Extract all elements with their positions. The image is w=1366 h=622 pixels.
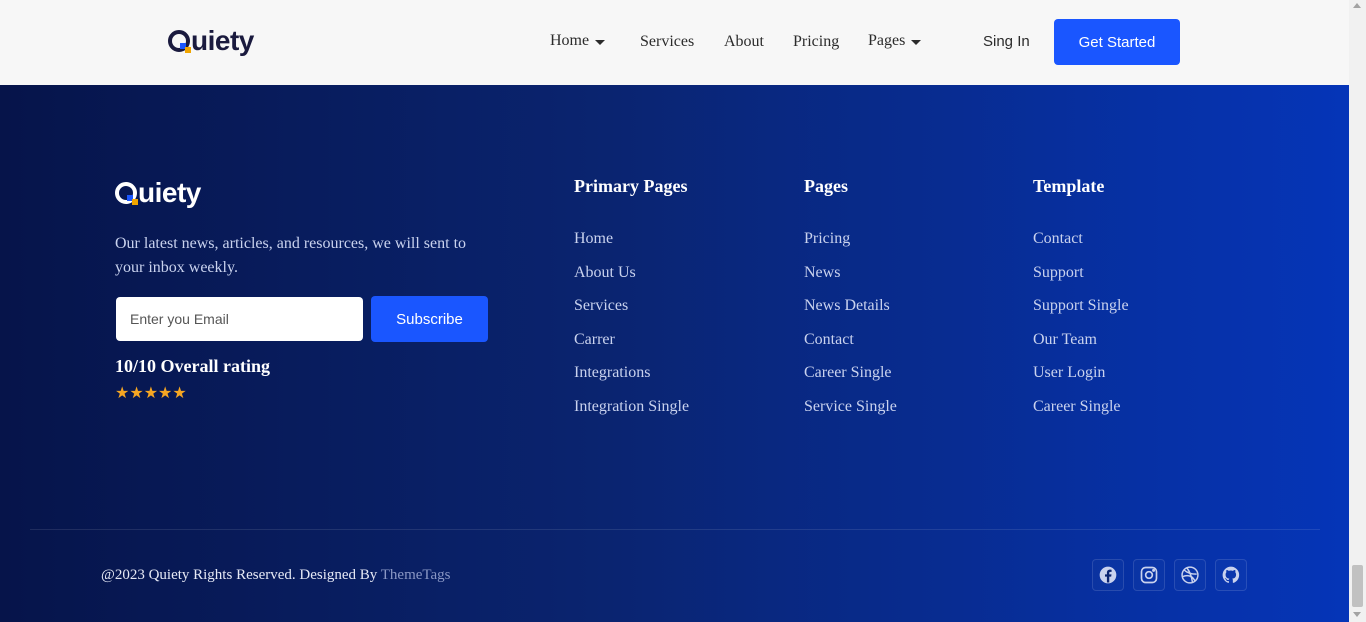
github-icon[interactable] [1215,559,1247,591]
designer-link[interactable]: ThemeTags [381,567,451,583]
site-header: uiety Home Services About Pricing Pages … [0,0,1349,85]
footer-link[interactable]: Carrer [574,330,689,350]
footer-column-primary-pages: Primary Pages Home About Us Services Car… [574,175,689,431]
copyright-text: @2023 Quiety Rights Reserved. Designed B… [101,567,381,583]
scroll-thumb[interactable] [1352,565,1363,607]
footer-link[interactable]: Support [1033,263,1129,283]
nav-item-label: Services [640,33,695,50]
column-title: Pages [804,176,848,196]
subscribe-button[interactable]: Subscribe [371,296,488,342]
scroll-up-icon[interactable] [1353,3,1361,8]
star-icon: ★ [129,385,144,402]
logo-text: uiety [138,177,201,208]
nav-item-about[interactable]: About [724,31,764,53]
footer-link[interactable]: Pricing [804,229,897,249]
get-started-button[interactable]: Get Started [1054,19,1180,65]
logo-mark-icon [168,30,191,53]
footer-link[interactable]: Home [574,229,689,249]
star-icon: ★ [143,385,159,402]
footer-logo[interactable]: uiety [115,177,201,209]
nav-item-pages[interactable]: Pages [868,30,922,52]
email-field[interactable] [116,297,363,341]
footer-link[interactable]: User Login [1033,363,1129,383]
star-icon: ★ [158,385,173,402]
star-icon: ★ [115,385,130,402]
nav-item-label: About [724,33,764,50]
footer-link[interactable]: Our Team [1033,330,1129,350]
footer-link[interactable]: News Details [804,296,897,316]
instagram-icon[interactable] [1133,559,1165,591]
social-links [1092,559,1247,591]
sign-in-link[interactable]: Sing In [983,31,1030,53]
logo-text: uiety [191,25,254,56]
facebook-icon[interactable] [1092,559,1124,591]
column-title: Primary Pages [574,176,688,196]
footer-link[interactable]: Contact [1033,229,1129,249]
star-icon: ★ [172,385,187,402]
footer-link[interactable]: Career Single [804,363,897,383]
footer-link[interactable]: Integrations [574,363,689,383]
footer-link[interactable]: About Us [574,263,689,283]
nav-item-label: Home [550,32,590,49]
header-logo[interactable]: uiety [168,24,254,58]
footer-link[interactable]: Integration Single [574,397,689,417]
footer-link[interactable]: Support Single [1033,296,1129,316]
nav-item-home[interactable]: Home [550,30,606,52]
page-scrollbar[interactable] [1349,0,1366,622]
nav-item-label: Pages [868,32,906,49]
nav-item-pricing[interactable]: Pricing [793,31,839,53]
footer-link[interactable]: Contact [804,330,897,350]
footer-divider [30,529,1320,530]
rating-stars: ★ ★ ★ ★ ★ [115,384,187,404]
column-title: Template [1033,176,1105,196]
nav-item-services[interactable]: Services [640,31,694,53]
logo-mark-icon [115,182,138,205]
footer-link[interactable]: Service Single [804,397,897,417]
chevron-down-icon [595,39,606,45]
newsletter-tagline: Our latest news, articles, and resources… [115,235,467,276]
dribbble-icon[interactable] [1174,559,1206,591]
footer-column-pages: Pages Pricing News News Details Contact … [804,175,897,431]
footer-column-template: Template Contact Support Support Single … [1033,175,1129,431]
footer-link[interactable]: Services [574,296,689,316]
copyright: @2023 Quiety Rights Reserved. Designed B… [101,567,451,584]
nav-item-label: Pricing [793,33,840,50]
rating-text: 10/10 Overall rating [115,356,270,376]
site-footer: uiety Our latest news, articles, and res… [0,85,1349,622]
footer-link[interactable]: Career Single [1033,397,1129,417]
scroll-down-icon[interactable] [1353,612,1361,617]
chevron-down-icon [911,39,922,45]
footer-link[interactable]: News [804,263,897,283]
